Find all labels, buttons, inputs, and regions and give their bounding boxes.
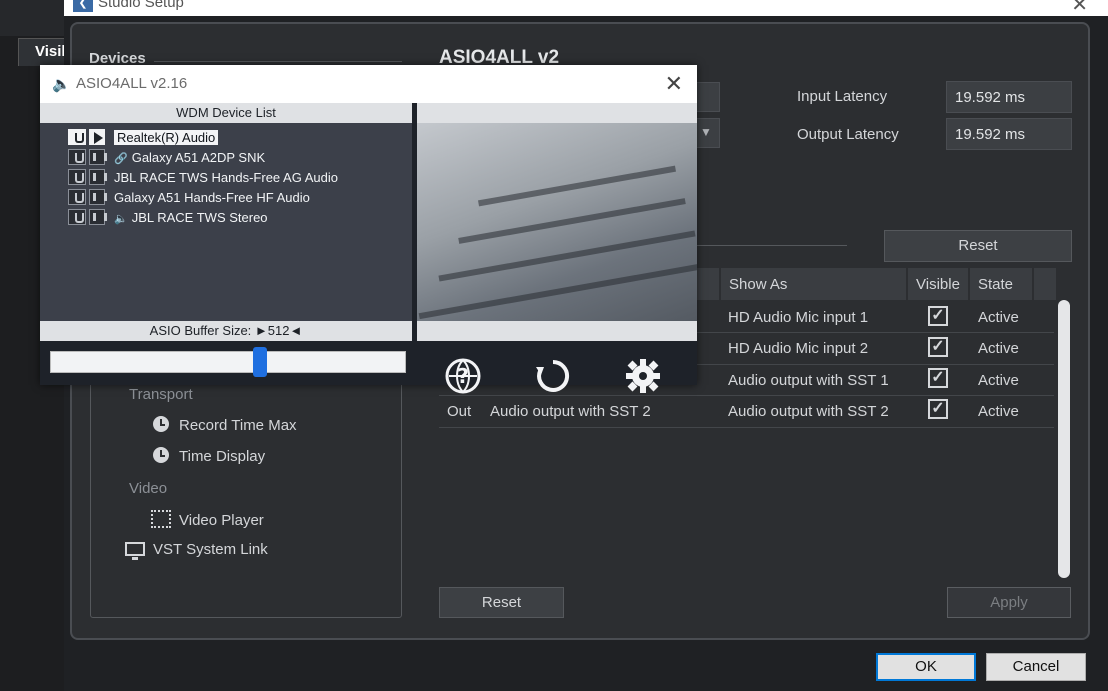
reset-ports-button[interactable]: Reset [884,230,1072,262]
reset-button[interactable]: Reset [439,587,564,618]
monitor-icon [125,542,145,560]
help-globe-icon[interactable]: ? [444,357,482,395]
asio4all-window: 🔈 ASIO4ALL v2.16 ✕ WDM Device List Realt… [40,65,697,394]
section-divider [697,245,847,246]
buffer-size-slider[interactable] [50,351,406,373]
image-header [417,103,697,123]
power-icon[interactable] [68,189,86,205]
asio4all-titlebar: 🔈 ASIO4ALL v2.16 ✕ [40,65,697,103]
cancel-button[interactable]: Cancel [986,653,1086,681]
device-toggle-icons[interactable] [68,169,107,185]
row-state: Active [978,309,1019,326]
device-row-galaxy-a2dp[interactable]: 🔗 Galaxy A51 A2DP SNK [68,149,265,167]
pause-icon[interactable] [89,189,107,205]
pause-icon[interactable] [89,209,107,225]
device-toggle-icons[interactable] [68,189,107,205]
pause-icon[interactable] [89,149,107,165]
devices-divider [154,61,402,62]
table-header-show-as[interactable]: Show As [721,268,906,300]
apply-button[interactable]: Apply [947,587,1071,618]
row-io: Out [447,403,472,420]
asio4all-title: ASIO4ALL v2.16 [76,75,188,92]
wdm-device-list-header: WDM Device List [40,103,412,123]
buffer-slider-thumb[interactable] [253,347,268,377]
device-label: Galaxy A51 Hands-Free HF Audio [114,190,310,205]
tree-item-label: Record Time Max [179,417,297,434]
cubase-logo-icon: ❮ [73,0,93,12]
table-header-visible[interactable]: Visible [908,268,968,300]
visible-checkbox[interactable]: ✓ [928,399,948,419]
speaker-icon: 🔈 [52,76,71,93]
device-toggle-icons[interactable] [68,149,107,165]
tree-item-label: VST System Link [153,541,268,558]
table-header-extra [1034,268,1056,300]
clock-icon [153,416,169,432]
studio-close-icon[interactable]: ✕ [1071,0,1088,17]
row-state: Active [978,340,1019,357]
power-icon[interactable] [68,209,86,225]
tree-item-time-display[interactable]: Time Display [153,447,265,465]
pause-icon[interactable] [89,169,107,185]
asio4all-close-icon[interactable]: ✕ [665,71,683,97]
device-toggle-icons[interactable] [68,209,107,225]
device-toggle-icons[interactable] [68,129,106,145]
tree-item-label: Video Player [179,512,264,529]
row-state: Active [978,403,1019,420]
svg-text:?: ? [457,364,469,388]
speaker-icon: 🔈 [114,213,128,225]
tree-item-record-time-max[interactable]: Record Time Max [153,416,297,434]
output-latency-value: 19.592 ms [946,118,1072,150]
clock-icon [153,447,169,463]
device-label: Galaxy A51 A2DP SNK [131,150,266,165]
input-latency-value: 19.592 ms [946,81,1072,113]
device-label: JBL RACE TWS Stereo [131,210,268,225]
settings-gear-icon[interactable] [624,357,662,395]
power-icon[interactable] [68,169,86,185]
device-label: JBL RACE TWS Hands-Free AG Audio [114,170,338,185]
power-icon[interactable] [68,149,86,165]
power-icon[interactable] [68,129,86,145]
row-state: Active [978,372,1019,389]
asio4all-body: WDM Device List Realtek(R) Audio 🔗 Galaxy… [40,103,697,394]
ok-button[interactable]: OK [876,653,976,681]
output-latency-label: Output Latency [797,126,899,143]
tree-category-transport[interactable]: Transport [129,386,193,403]
tree-category-video[interactable]: Video [129,480,167,497]
buffer-header-right [417,321,697,341]
tree-item-vst-system-link[interactable]: VST System Link [125,541,268,560]
wdm-device-list: Realtek(R) Audio 🔗 Galaxy A51 A2DP SNK JB… [40,123,412,321]
device-label: Realtek(R) Audio [114,130,219,145]
link-icon: 🔗 [114,153,128,165]
keyboard-image [417,123,697,321]
table-scrollbar[interactable] [1058,300,1070,578]
row-show-as[interactable]: HD Audio Mic input 1 [728,309,868,326]
device-row-jbl-ag[interactable]: JBL RACE TWS Hands-Free AG Audio [68,169,338,187]
row-show-as[interactable]: Audio output with SST 1 [728,372,889,389]
tree-item-video-player[interactable]: Video Player [151,510,264,529]
studio-title: Studio Setup [98,0,184,11]
table-header-port[interactable] [697,268,719,300]
row-port-name: Audio output with SST 2 [490,403,651,420]
chevron-down-icon: ▼ [700,125,712,139]
row-divider [439,395,1054,396]
buffer-size-label: ASIO Buffer Size: ►512◄ [40,321,412,341]
input-latency-label: Input Latency [797,88,888,105]
visible-checkbox[interactable]: ✓ [928,337,948,357]
device-row-realtek[interactable]: Realtek(R) Audio [68,129,219,147]
row-show-as[interactable]: HD Audio Mic input 2 [728,340,868,357]
tree-item-label: Time Display [179,448,266,465]
film-icon [151,510,171,528]
row-show-as[interactable]: Audio output with SST 2 [728,403,889,420]
visible-checkbox[interactable]: ✓ [928,306,948,326]
studio-titlebar: ❮ Studio Setup ✕ [64,0,1108,16]
play-icon[interactable] [89,129,105,145]
table-header-state[interactable]: State [970,268,1032,300]
reset-arrow-icon[interactable] [534,357,572,395]
visible-checkbox[interactable]: ✓ [928,368,948,388]
row-divider [439,427,1054,428]
device-row-galaxy-hf[interactable]: Galaxy A51 Hands-Free HF Audio [68,189,310,207]
control-panel-field[interactable] [694,82,720,112]
device-row-jbl-stereo[interactable]: 🔈 JBL RACE TWS Stereo [68,209,268,227]
